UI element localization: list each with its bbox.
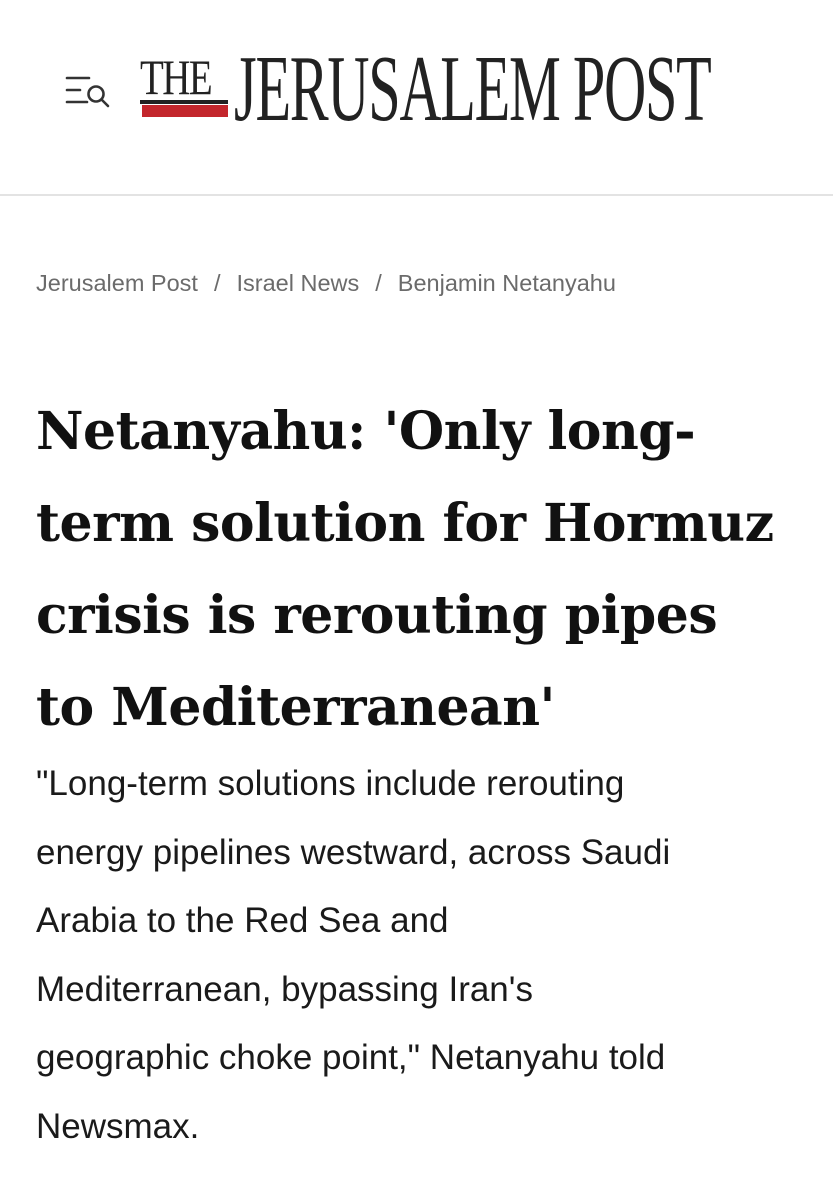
article-summary: "Long-term solutions include rerouting e… [36,750,816,1161]
summary-line: energy pipelines westward, across Saudi [36,832,671,872]
breadcrumb-item-jerusalem-post[interactable]: Jerusalem Post [36,270,198,296]
menu-search-button[interactable] [62,72,116,112]
article-headline: Netanyahu: 'Only long- term solution for… [36,386,816,754]
summary-line: Newsmax. [36,1106,200,1146]
headline-line: term solution for Hormuz [36,493,774,554]
breadcrumb-item-benjamin-netanyahu[interactable]: Benjamin Netanyahu [398,270,616,296]
summary-line: "Long-term solutions include rerouting [36,764,625,803]
summary-line: Arabia to the Red Sea and [36,901,449,940]
breadcrumb: Jerusalem Post / Israel News / Benjamin Neta… [36,270,616,297]
summary-line: geographic choke point," Netanyahu told [36,1038,666,1077]
headline-line: to Mediterranean' [36,677,555,738]
site-header: THE JERUSALEM POST [0,0,833,196]
breadcrumb-item-israel-news[interactable]: Israel News [236,270,359,296]
logo-the-text: THE [140,49,213,105]
logo-main-text: JERUSALEM POST [234,37,712,141]
logo-red-bar [142,105,228,117]
logo-underline [140,100,228,104]
headline-line: Netanyahu: 'Only long- [36,401,696,462]
breadcrumb-separator: / [213,270,221,296]
breadcrumb-separator: / [375,270,382,296]
menu-search-icon [65,76,110,108]
summary-line: Mediterranean, bypassing Iran's [36,969,533,1009]
headline-line: crisis is rerouting pipes [36,585,718,646]
